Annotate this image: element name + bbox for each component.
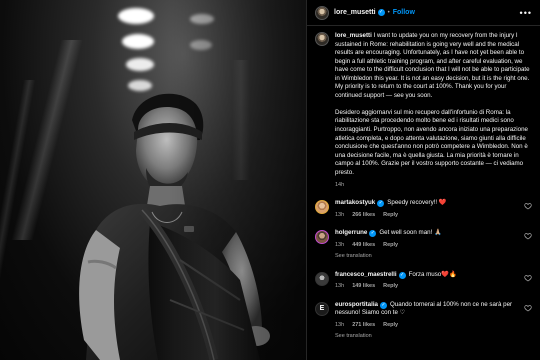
reply-button[interactable]: Reply <box>383 211 398 220</box>
verified-badge-icon: ✓ <box>379 301 387 309</box>
commenter-username[interactable]: eurosportitalia <box>335 301 378 308</box>
post-photo <box>0 0 306 360</box>
comment-item: holgerrune ✓ Get well soon man! 🙏🏼 13h 449… <box>315 229 532 261</box>
reply-button[interactable]: Reply <box>383 241 398 250</box>
verified-badge-icon: ✓ <box>369 230 377 238</box>
comment-item: francesco_maestrelli ✓ Forza muso❤️🔥 13h 1… <box>315 271 532 291</box>
comment-meta: 13h 266 likes Reply <box>335 211 532 220</box>
heart-outline-icon[interactable] <box>524 202 532 210</box>
comments-scroll-area[interactable]: lore_musetti I want to update you on my … <box>307 27 540 360</box>
more-options-icon[interactable]: ••• <box>520 8 532 18</box>
commenter-username[interactable]: martakostyuk <box>335 199 375 206</box>
comment-likes[interactable]: 271 likes <box>352 321 375 330</box>
comment-body: eurosportitalia ✓ Quando tornerai al 100% … <box>335 301 532 341</box>
commenter-avatar[interactable] <box>315 301 329 316</box>
reply-button[interactable]: Reply <box>383 321 398 330</box>
comment-body: martakostyuk ✓ Speedy recovery!! ❤️ 13h 26… <box>335 199 532 219</box>
comment-time: 13h <box>335 283 345 290</box>
caption-username[interactable]: lore_musetti <box>335 32 372 39</box>
comment-text: Speedy recovery!! ❤️ <box>387 199 447 207</box>
photo-shade <box>0 0 306 360</box>
author-avatar[interactable] <box>315 5 329 20</box>
comment-meta: 13h 149 likes Reply <box>335 282 532 291</box>
comment-likes[interactable]: 149 likes <box>352 282 375 291</box>
caption-italian: Desidero aggiornarvi sul mio recupero da… <box>335 108 528 176</box>
verified-badge-icon: ✓ <box>377 9 385 16</box>
post-side-panel: lore_musetti ✓ • Follow ••• lore_musetti… <box>306 0 540 360</box>
comment-likes[interactable]: 266 likes <box>352 211 375 220</box>
comment-time: 13h <box>335 321 345 328</box>
comment-text: Get well soon man! 🙏🏼 <box>379 229 442 237</box>
see-translation-link[interactable]: See translation <box>335 252 532 261</box>
caption-body: lore_musetti I want to update you on my … <box>335 32 532 189</box>
caption-author-avatar[interactable] <box>315 32 329 46</box>
commenter-username[interactable]: francesco_maestrelli <box>335 271 397 278</box>
comment-item: martakostyuk ✓ Speedy recovery!! ❤️ 13h 26… <box>315 199 532 219</box>
commenter-avatar[interactable] <box>315 230 329 245</box>
post-header: lore_musetti ✓ • Follow ••• <box>307 0 540 26</box>
separator-dot: • <box>387 9 390 16</box>
comment-item: eurosportitalia✓Quando tornerai al 100% … <box>315 301 532 341</box>
verified-badge-icon: ✓ <box>398 271 406 279</box>
see-translation-link[interactable]: See translation <box>335 332 532 341</box>
comment-body: holgerrune ✓ Get well soon man! 🙏🏼 13h 449… <box>335 229 532 261</box>
comment-time: 13h <box>335 211 345 218</box>
follow-button[interactable]: Follow <box>393 9 415 16</box>
caption-text-en: I want to update you on my recovery from… <box>335 32 530 99</box>
author-username[interactable]: lore_musetti <box>334 9 376 16</box>
comment-body: francesco_maestrelli ✓ Forza muso❤️🔥 13h 1… <box>335 271 532 291</box>
heart-outline-icon[interactable] <box>524 304 532 312</box>
post-caption: lore_musetti I want to update you on my … <box>315 32 532 189</box>
heart-outline-icon[interactable] <box>524 232 532 240</box>
post-time: 14h <box>335 181 345 188</box>
caption-english: lore_musetti I want to update you on my … <box>335 32 532 100</box>
commenter-avatar[interactable] <box>315 200 329 215</box>
comment-meta: 13h 271 likes Reply <box>335 321 532 330</box>
reply-button[interactable]: Reply <box>383 282 398 291</box>
comment-text: Forza muso❤️🔥 <box>408 270 457 278</box>
comment-likes[interactable]: 449 likes <box>352 241 375 250</box>
heart-outline-icon[interactable] <box>524 274 532 282</box>
commenter-username[interactable]: holgerrune <box>335 229 367 236</box>
verified-badge-icon: ✓ <box>377 200 385 208</box>
commenter-avatar[interactable] <box>315 271 329 286</box>
comment-time: 13h <box>335 241 345 248</box>
comment-meta: 13h 449 likes Reply <box>335 241 532 250</box>
